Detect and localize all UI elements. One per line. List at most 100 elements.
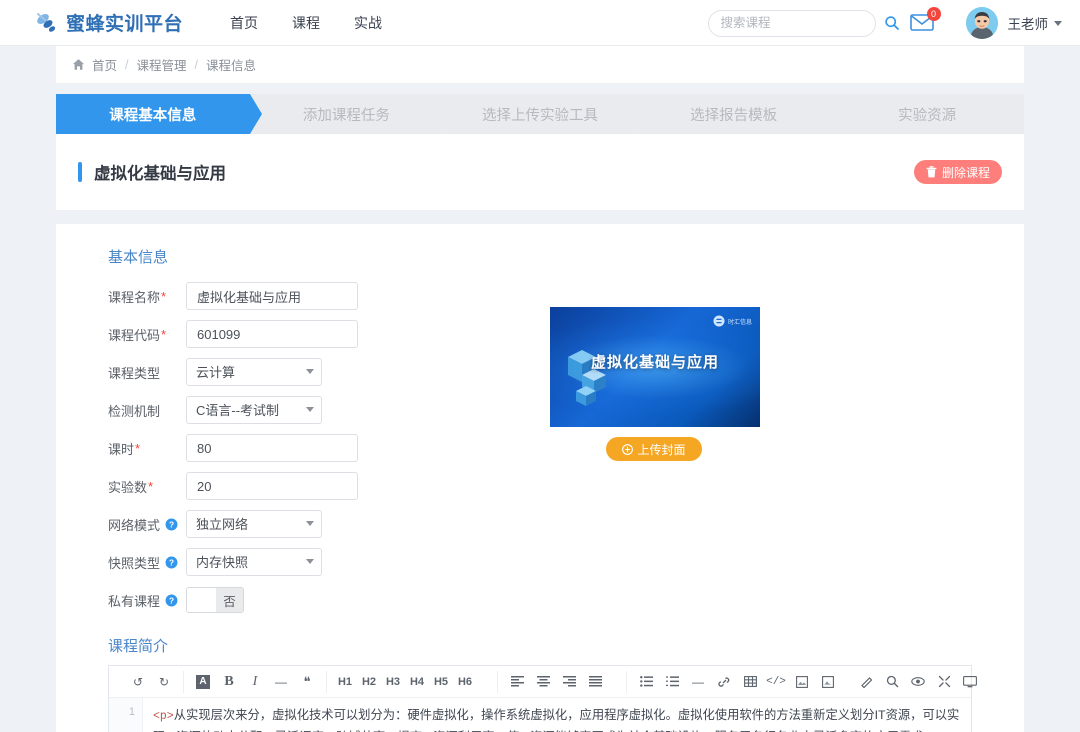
course-name-input[interactable] <box>186 282 358 310</box>
label-course-type: 课程类型 <box>108 363 186 382</box>
undo-icon[interactable]: ↺ <box>127 671 149 693</box>
label-course-code: 课程代码* <box>108 325 186 344</box>
brand-logo[interactable]: 蜜蜂实训平台 <box>34 9 183 36</box>
bold-icon[interactable]: B <box>218 671 240 693</box>
toolbar-group-insert: — </> <box>626 671 847 693</box>
cover-logo: 时汇信息 <box>713 315 752 327</box>
messages-button[interactable]: 0 <box>910 13 934 34</box>
fullscreen-expand-icon[interactable] <box>933 671 955 693</box>
label-text: 快照类型 <box>108 553 160 572</box>
label-hours: 课时* <box>108 439 186 458</box>
step-select-report-template[interactable]: 选择报告模板 <box>637 94 831 134</box>
eraser-icon[interactable] <box>855 671 877 693</box>
image-icon[interactable] <box>791 671 813 693</box>
blockquote-icon[interactable]: ❝ <box>296 671 318 693</box>
italic-icon[interactable]: I <box>244 671 266 693</box>
breadcrumb-item-course-management[interactable]: 课程管理 <box>137 55 187 74</box>
page-title: 虚拟化基础与应用 <box>94 160 226 184</box>
search-icon[interactable] <box>881 671 903 693</box>
label-text: 课时 <box>108 439 134 458</box>
svg-text:?: ? <box>169 519 174 529</box>
file-upload-icon[interactable] <box>817 671 839 693</box>
heading-2-button[interactable]: H2 <box>359 671 379 693</box>
table-icon[interactable] <box>739 671 761 693</box>
redo-icon[interactable]: ↻ <box>153 671 175 693</box>
search-box[interactable] <box>708 10 876 37</box>
editor-text-area[interactable]: <p>从实现层次来分，虚拟化技术可以划分为：硬件虚拟化，操作系统虚拟化，应用程序… <box>143 698 971 732</box>
step-add-course-task[interactable]: 添加课程任务 <box>250 94 444 134</box>
snapshot-type-select[interactable]: 内存快照 <box>186 548 322 576</box>
help-icon[interactable]: ? <box>165 518 178 531</box>
label-network-mode: 网络模式 ? <box>108 515 186 534</box>
step-label: 选择上传实验工具 <box>482 104 598 125</box>
preview-eye-icon[interactable] <box>907 671 929 693</box>
label-text: 检测机制 <box>108 401 160 420</box>
align-left-icon[interactable] <box>506 671 528 693</box>
page-container: 首页 / 课程管理 / 课程信息 课程基本信息 添加课程任务 选择上传实验工具 … <box>0 46 1080 732</box>
monitor-icon[interactable] <box>959 671 981 693</box>
horizontal-rule-icon[interactable]: — <box>687 671 709 693</box>
label-text: 课程名称 <box>108 287 160 306</box>
nav-link-practice[interactable]: 实战 <box>337 13 399 33</box>
heading-5-button[interactable]: H5 <box>431 671 451 693</box>
basic-info-section-title: 基本信息 <box>108 246 1024 267</box>
course-title-card: 虚拟化基础与应用 删除课程 <box>56 134 1024 210</box>
align-right-icon[interactable] <box>558 671 580 693</box>
lab-count-input[interactable] <box>186 472 358 500</box>
svg-text:?: ? <box>169 595 174 605</box>
network-mode-select[interactable]: 独立网络 <box>186 510 322 538</box>
heading-3-button[interactable]: H3 <box>383 671 403 693</box>
heading-1-button[interactable]: H1 <box>335 671 355 693</box>
heading-4-button[interactable]: H4 <box>407 671 427 693</box>
ordered-list-icon[interactable] <box>661 671 683 693</box>
private-course-toggle[interactable]: 否 <box>186 587 244 613</box>
title-accent-bar <box>78 162 82 182</box>
cover-logo-text: 时汇信息 <box>728 317 752 326</box>
delete-course-button[interactable]: 删除课程 <box>914 160 1002 184</box>
editor-content-text: 从实现层次来分，虚拟化技术可以划分为：硬件虚拟化，操作系统虚拟化，应用程序虚拟化… <box>153 708 959 732</box>
avatar[interactable] <box>966 7 998 39</box>
plus-circle-icon <box>622 444 633 455</box>
step-select-upload-lab-tool[interactable]: 选择上传实验工具 <box>443 94 637 134</box>
step-course-basic-info[interactable]: 课程基本信息 <box>56 94 250 134</box>
required-marker: * <box>148 479 153 494</box>
breadcrumb-item-home[interactable]: 首页 <box>92 55 117 74</box>
align-justify-icon[interactable] <box>584 671 606 693</box>
user-menu[interactable]: 王老师 <box>1008 13 1063 33</box>
nav-link-courses[interactable]: 课程 <box>275 13 337 33</box>
help-icon[interactable]: ? <box>165 556 178 569</box>
search-input[interactable] <box>719 15 884 31</box>
html-open-tag: <p> <box>153 710 174 723</box>
bullet-list-icon[interactable] <box>635 671 657 693</box>
nav-link-home[interactable]: 首页 <box>213 13 275 33</box>
cover-title-text: 虚拟化基础与应用 <box>550 351 760 372</box>
main-nav-links: 首页 课程 实战 <box>213 13 399 33</box>
link-icon[interactable] <box>713 671 735 693</box>
check-mechanism-select-wrapper: C语言--考试制 <box>186 396 322 424</box>
course-code-input[interactable] <box>186 320 358 348</box>
delete-course-label: 删除课程 <box>942 164 990 181</box>
upload-cover-button[interactable]: 上传封面 <box>606 437 702 461</box>
toggle-knob <box>187 588 216 612</box>
message-count-badge: 0 <box>927 7 941 21</box>
toolbar-group-align <box>497 671 614 693</box>
breadcrumb-item-course-info[interactable]: 课程信息 <box>206 55 256 74</box>
strikethrough-icon[interactable]: — <box>270 671 292 693</box>
top-nav-right: 0 王老师 <box>708 0 1063 46</box>
check-mechanism-select[interactable]: C语言--考试制 <box>186 396 322 424</box>
heading-6-button[interactable]: H6 <box>455 671 475 693</box>
align-center-icon[interactable] <box>532 671 554 693</box>
code-icon[interactable]: </> <box>765 671 787 693</box>
search-icon[interactable] <box>884 15 900 31</box>
user-name-label: 王老师 <box>1008 13 1049 33</box>
label-text: 实验数 <box>108 477 147 496</box>
step-progress-bar: 课程基本信息 添加课程任务 选择上传实验工具 选择报告模板 实验资源 <box>56 94 1024 134</box>
editor-toolbar: ↺ ↻ A B I — ❝ H1 H2 <box>109 666 971 698</box>
help-icon[interactable]: ? <box>165 594 178 607</box>
step-lab-resources[interactable]: 实验资源 <box>830 94 1024 134</box>
home-icon[interactable] <box>72 58 85 71</box>
course-type-select[interactable]: 云计算 <box>186 358 322 386</box>
font-color-icon[interactable]: A <box>196 675 210 689</box>
toolbar-group-tools <box>847 671 989 693</box>
hours-input[interactable] <box>186 434 358 462</box>
